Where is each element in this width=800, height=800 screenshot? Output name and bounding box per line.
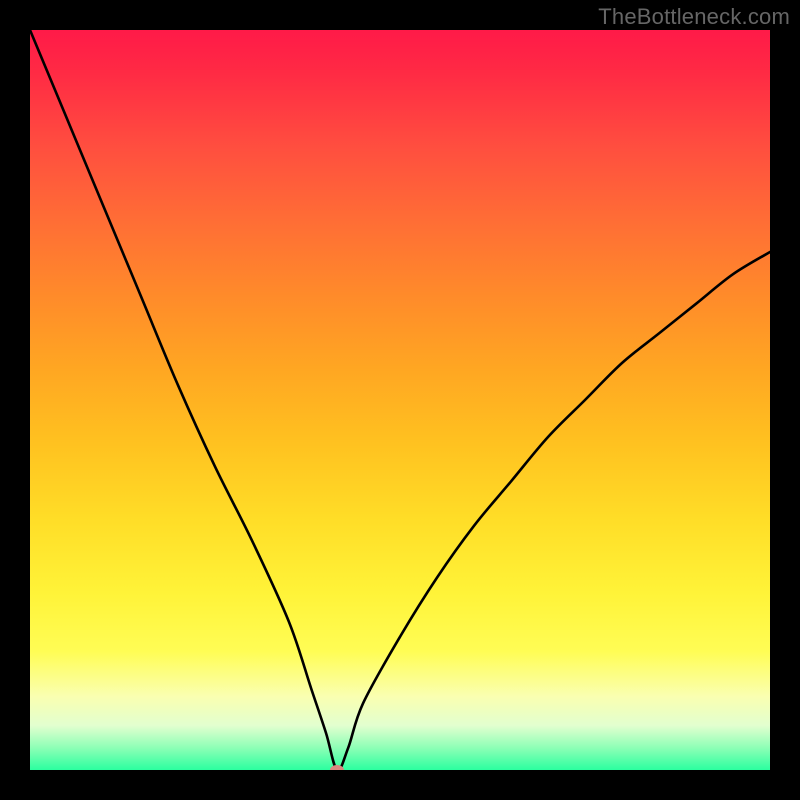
chart-frame: TheBottleneck.com: [0, 0, 800, 800]
plot-area: [30, 30, 770, 770]
bottleneck-curve: [30, 30, 770, 770]
watermark-text: TheBottleneck.com: [598, 4, 790, 30]
curve-path: [30, 30, 770, 770]
minimum-marker: [330, 765, 344, 770]
